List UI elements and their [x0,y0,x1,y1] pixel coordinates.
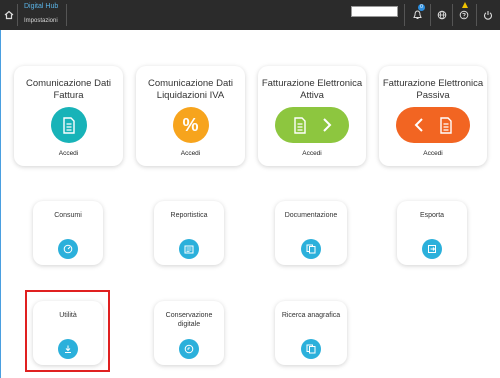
documents-icon [301,339,321,359]
page-subtitle: Impostazioni [24,18,58,24]
tile-title: Documentazione [284,212,338,219]
tile-comunicazione-dati-fattura[interactable]: Comunicazione Dati Fattura Accedi [14,66,123,166]
divider [452,4,453,26]
tile-consumi[interactable]: Consumi [33,201,103,265]
notification-badge: 0 [418,4,425,11]
page-edge [0,30,1,378]
warning-icon [462,2,468,8]
tile-title: Comunicazione Dati Fattura [25,78,111,101]
tile-conservazione-digitale[interactable]: Conservazione digitale [154,301,224,365]
tile-documentazione[interactable]: Documentazione [275,201,347,265]
selection-highlight [25,290,110,372]
globe-icon [437,10,447,20]
power-icon [483,11,493,20]
documents-icon [301,239,321,259]
tile-ricerca-anagrafica[interactable]: Ricerca anagrafica [275,301,347,365]
tile-title: Reportistica [170,212,208,219]
help-icon [459,10,469,20]
document-icon [50,107,87,143]
divider [476,4,477,26]
bell-icon [412,10,422,19]
tile-esporta[interactable]: Esporta [397,201,467,265]
home-icon [4,10,13,20]
accedi-link[interactable]: Accedi [258,150,366,157]
accedi-link[interactable]: Accedi [136,150,245,157]
logout-button[interactable] [480,7,496,23]
tile-fatturazione-elettronica-passiva[interactable]: Fatturazione Elettronica Passiva Accedi [379,66,487,166]
arrow-left-document-icon [396,107,470,143]
search-input[interactable] [351,6,398,17]
app-title[interactable]: Digital Hub [24,3,58,10]
tile-reportistica[interactable]: Reportistica [154,201,224,265]
archive-clock-icon [179,339,199,359]
tile-title: Ricerca anagrafica [281,312,341,319]
divider [17,4,18,26]
tile-title: Comunicazione Dati Liquidazioni IVA [147,78,233,101]
top-bar: Digital Hub Impostazioni 0 [0,0,500,30]
tile-comunicazione-dati-liquidazioni-iva[interactable]: Comunicazione Dati Liquidazioni IVA % Ac… [136,66,245,166]
tile-title: Fatturazione Elettronica Attiva [261,78,363,101]
home-button[interactable] [0,0,17,30]
divider [430,4,431,26]
notification-button[interactable]: 0 [409,4,425,23]
accedi-link[interactable]: Accedi [14,150,123,157]
divider [404,4,405,26]
export-icon [422,239,442,259]
tile-title: Fatturazione Elettronica Passiva [382,78,484,101]
language-button[interactable] [434,7,450,23]
tile-title: Esporta [419,212,445,219]
tile-title: Conservazione digitale [165,312,213,328]
gauge-icon [58,239,78,259]
divider [66,4,67,26]
help-button[interactable] [456,2,472,23]
tile-fatturazione-elettronica-attiva[interactable]: Fatturazione Elettronica Attiva Accedi [258,66,366,166]
percent-icon: % [172,107,209,143]
accedi-link[interactable]: Accedi [379,150,487,157]
document-arrow-right-icon [275,107,349,143]
tile-title: Consumi [54,212,82,219]
report-icon [179,239,199,259]
